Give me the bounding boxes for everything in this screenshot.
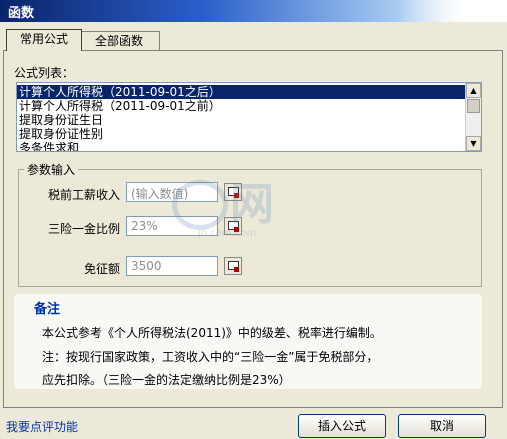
pretax-income-placeholder: (输入数值) bbox=[131, 187, 189, 201]
window-title: 函数 bbox=[8, 6, 35, 21]
pretax-ref-picker-icon[interactable] bbox=[224, 183, 242, 201]
pretax-income-label: 税前工薪收入 bbox=[47, 188, 120, 202]
exemption-ref-picker-icon[interactable] bbox=[224, 257, 242, 275]
notes-line: 注：按现行国家政策，工资收入中的“三险一金”属于免税部分， bbox=[42, 350, 379, 364]
cancel-button[interactable]: 取消 bbox=[398, 414, 486, 438]
list-item[interactable]: 提取身份证生日 bbox=[17, 113, 467, 127]
title-fade bbox=[397, 0, 507, 22]
insurance-ratio-value: 23% bbox=[131, 219, 158, 233]
notes-panel: 备注 本公式参考《个人所得税法(2011)》中的级差、税率进行编制。 注：按现行… bbox=[14, 294, 482, 389]
scroll-thumb[interactable] bbox=[467, 99, 480, 113]
insurance-ref-picker-icon[interactable] bbox=[224, 217, 242, 235]
notes-title: 备注 bbox=[34, 302, 61, 317]
scroll-down-icon[interactable]: ▼ bbox=[466, 136, 481, 151]
insurance-ratio-field[interactable]: 23% bbox=[126, 216, 218, 236]
feedback-link[interactable]: 我要点评功能 bbox=[6, 418, 78, 435]
function-dialog: 函数 常用公式 全部函数 公式列表： 计算个人所得税（2011-09-01之后）… bbox=[0, 0, 507, 439]
title-bar[interactable]: 函数 bbox=[0, 0, 507, 22]
formula-list-label: 公式列表： bbox=[14, 66, 75, 80]
formula-listbox[interactable]: 计算个人所得税（2011-09-01之后） 计算个人所得税（2011-09-01… bbox=[16, 82, 482, 152]
exemption-value: 3500 bbox=[131, 259, 162, 273]
list-item[interactable]: 多条件求和 bbox=[17, 141, 467, 151]
exemption-field[interactable]: 3500 bbox=[126, 256, 218, 276]
tab-common-formulas[interactable]: 常用公式 bbox=[6, 29, 82, 51]
list-item[interactable]: 提取身份证性别 bbox=[17, 127, 467, 141]
list-item[interactable]: 计算个人所得税（2011-09-01之前） bbox=[17, 99, 467, 113]
exemption-label: 免征额 bbox=[83, 262, 120, 276]
list-scrollbar[interactable]: ▲ ▼ bbox=[465, 83, 481, 151]
scroll-up-icon[interactable]: ▲ bbox=[466, 83, 481, 98]
pretax-income-field[interactable]: (输入数值) bbox=[126, 182, 218, 202]
notes-line: 本公式参考《个人所得税法(2011)》中的级差、税率进行编制。 bbox=[42, 326, 382, 340]
insert-formula-button[interactable]: 插入公式 bbox=[298, 414, 386, 438]
tab-all-functions[interactable]: 全部函数 bbox=[78, 31, 160, 50]
notes-line: 应先扣除。（三险一金的法定缴纳比例是23%） bbox=[42, 373, 291, 387]
insurance-ratio-label: 三险一金比例 bbox=[47, 222, 120, 236]
list-item[interactable]: 计算个人所得税（2011-09-01之后） bbox=[17, 85, 467, 99]
params-legend: 参数输入 bbox=[24, 161, 79, 178]
